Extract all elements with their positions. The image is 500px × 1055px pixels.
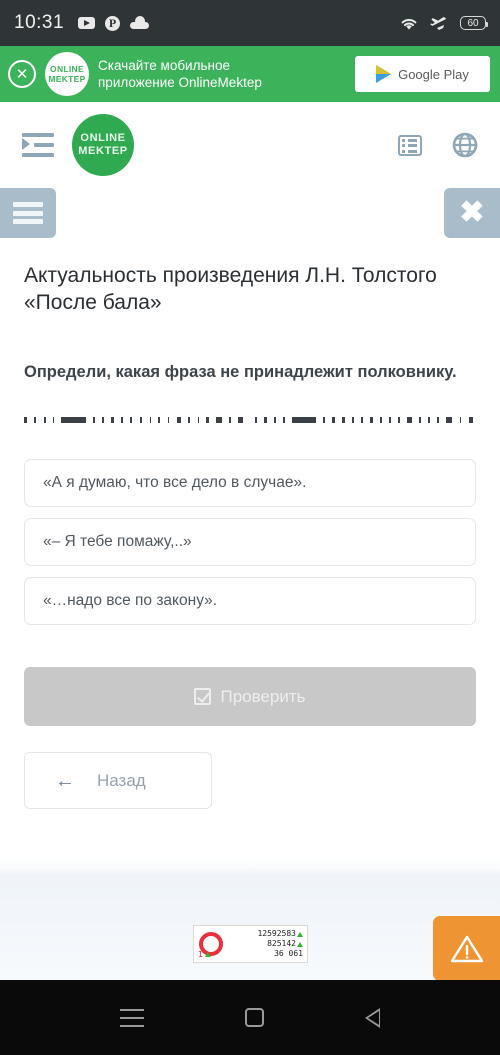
up-arrow-icon xyxy=(297,941,303,947)
answer-option-label: «– Я тебе помажу,..» xyxy=(43,533,192,550)
lesson-content: Актуальность произведения Л.Н. Толстого … xyxy=(0,262,500,809)
sidebar-toggle-button[interactable] xyxy=(0,188,56,238)
counter-online-value: 1 xyxy=(198,950,203,959)
question-text: Определи, какая фраза не принадлежит пол… xyxy=(24,363,457,381)
banner-text-line1: Скачайте мобильное xyxy=(98,58,230,73)
site-logo[interactable]: ONLINE MEKTEP xyxy=(72,114,134,176)
banner-logo-line1: ONLINE xyxy=(50,64,84,74)
site-header: ONLINE MEKTEP xyxy=(0,102,500,188)
up-arrow-icon xyxy=(297,931,303,937)
answer-option[interactable]: «…надо все по закону». xyxy=(24,577,476,625)
counter-value-today: 36 061 xyxy=(274,949,303,958)
status-bar-clock: 10:31 xyxy=(14,12,65,33)
counter-value-total: 12592583 xyxy=(257,929,296,938)
google-play-label: Google Play xyxy=(398,66,469,82)
banner-text-line2: приложение OnlineMektep xyxy=(98,75,262,90)
site-logo-line1: ONLINE xyxy=(80,132,126,144)
answer-option-label: «А я думаю, что все дело в случае». xyxy=(43,474,307,491)
answer-option[interactable]: «– Я тебе помажу,..» xyxy=(24,518,476,566)
hamburger-menu-icon xyxy=(13,202,43,224)
answer-option-label: «…надо все по закону». xyxy=(43,592,218,609)
check-answer-button[interactable]: Проверить xyxy=(24,667,476,726)
banner-logo: ONLINE MEKTEP xyxy=(45,52,89,96)
list-view-icon[interactable] xyxy=(398,134,422,156)
counter-numbers: 12592583 825142 36 061 xyxy=(227,929,303,959)
header-actions xyxy=(398,132,478,158)
android-status-bar: 10:31 P 60 xyxy=(0,0,500,46)
site-logo-line2: MEKTEP xyxy=(78,145,128,157)
google-play-button[interactable]: Google Play xyxy=(355,56,490,92)
status-bar-system-icons: 60 xyxy=(399,15,488,32)
clipped-text-line xyxy=(24,415,476,425)
banner-logo-line2: MEKTEP xyxy=(48,74,86,84)
home-square-icon[interactable] xyxy=(244,1008,264,1027)
airplane-mode-icon xyxy=(430,15,449,32)
app-download-banner: ✕ ONLINE MEKTEP Скачайте мобильное прило… xyxy=(0,46,500,102)
battery-icon: 60 xyxy=(460,16,488,30)
pinterest-icon: P xyxy=(105,15,121,31)
back-button-label: Назад xyxy=(97,770,146,790)
back-triangle-icon[interactable] xyxy=(364,1007,380,1028)
banner-close-button[interactable]: ✕ xyxy=(8,60,36,88)
counter-row: 825142 xyxy=(267,939,303,949)
recent-apps-icon[interactable] xyxy=(120,1008,145,1027)
globe-language-icon[interactable] xyxy=(452,132,478,158)
report-problem-button[interactable] xyxy=(433,916,500,981)
youtube-icon xyxy=(78,17,96,29)
counter-row: 36 061 xyxy=(274,949,303,959)
check-answer-label: Проверить xyxy=(220,686,306,706)
close-panel-button[interactable]: ✖ xyxy=(444,188,500,238)
indent-list-icon[interactable] xyxy=(22,132,54,158)
checkbox-check-icon xyxy=(194,688,212,705)
up-arrow-icon xyxy=(204,952,211,957)
answer-option[interactable]: «А я думаю, что все дело в случае». xyxy=(24,459,476,507)
answer-options-list: «А я думаю, что все дело в случае». «– Я… xyxy=(24,459,476,625)
phone-screen: 10:31 P 60 ✕ ONLINE MEKTEP Скачайте моби… xyxy=(0,0,500,1055)
toolbar-chips: ✖ xyxy=(0,188,500,244)
counter-value-visitors: 825142 xyxy=(267,939,296,948)
back-button[interactable]: ← Назад xyxy=(24,752,212,809)
android-nav-bar xyxy=(0,980,500,1055)
close-x-icon: ✖ xyxy=(459,196,485,229)
arrow-left-icon: ← xyxy=(55,769,75,792)
google-play-icon xyxy=(376,65,392,83)
warning-triangle-icon xyxy=(450,934,484,964)
status-bar-notification-icons: P xyxy=(78,15,150,31)
counter-row: 12592583 xyxy=(257,929,303,939)
cloud-icon xyxy=(130,15,150,29)
page-title: Актуальность произведения Л.Н. Толстого … xyxy=(24,264,437,314)
wifi-icon xyxy=(399,16,419,31)
counter-online-count: 1 xyxy=(198,950,211,959)
banner-text: Скачайте мобильное приложение OnlineMekt… xyxy=(98,57,346,91)
